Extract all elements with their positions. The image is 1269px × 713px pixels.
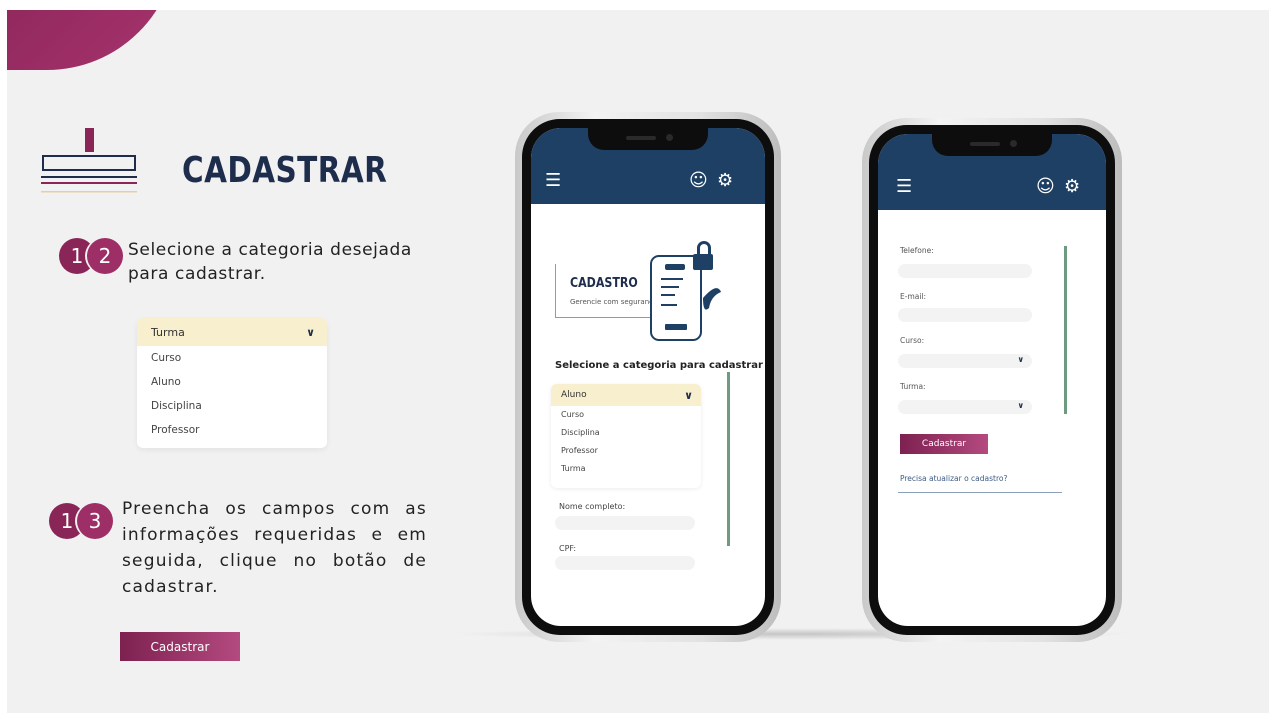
chevron-down-icon: ∨ xyxy=(1017,401,1025,410)
settings-icon[interactable]: ⚙ xyxy=(1064,176,1080,197)
step-badge-12: 1 2 xyxy=(59,238,123,274)
lock-icon xyxy=(693,254,713,270)
field-label: Turma: xyxy=(900,382,926,391)
menu-icon[interactable]: ☰ xyxy=(896,176,912,197)
corner-decoration xyxy=(7,10,177,70)
dropdown-selected[interactable]: Turma ∨ xyxy=(137,318,327,346)
dropdown-selected[interactable]: Aluno ∨ xyxy=(551,384,701,406)
dropdown-option[interactable]: Disciplina xyxy=(551,424,701,442)
phone-input[interactable] xyxy=(898,264,1032,278)
dropdown-option[interactable]: Curso xyxy=(137,346,327,370)
user-icon[interactable]: ☺ xyxy=(1036,176,1055,197)
phone1-category-dropdown[interactable]: Aluno ∨ Curso Disciplina Professor Turma xyxy=(551,384,701,488)
dropdown-option[interactable]: Professor xyxy=(137,418,327,442)
chevron-down-icon[interactable]: ∨ xyxy=(306,326,315,339)
phone-notch xyxy=(588,128,708,150)
link-underline xyxy=(898,492,1062,493)
update-registration-link[interactable]: Precisa atualizar o cadastro? xyxy=(900,474,1007,483)
page-title: CADASTRAR xyxy=(182,150,388,191)
phone-form-screen: ☰ ☺ ⚙ Telefone: E-mail: Curso: ∨ Turma: xyxy=(862,118,1122,642)
dropdown-option[interactable]: Curso xyxy=(551,406,701,424)
class-select[interactable]: ∨ xyxy=(898,400,1032,414)
accent-bar xyxy=(1064,246,1067,414)
cadastrar-button[interactable]: Cadastrar xyxy=(120,632,240,661)
dropdown-option[interactable]: Turma xyxy=(551,460,701,478)
settings-icon[interactable]: ⚙ xyxy=(717,170,733,191)
user-icon[interactable]: ☺ xyxy=(689,170,708,191)
step-13-text: Preencha os campos com as informações re… xyxy=(122,499,427,597)
card-title: CADASTRO xyxy=(570,276,638,291)
menu-icon[interactable]: ☰ xyxy=(545,170,561,191)
email-input[interactable] xyxy=(898,308,1032,322)
phone-notch xyxy=(932,134,1052,156)
dropdown-option[interactable]: Disciplina xyxy=(137,394,327,418)
dropdown-option[interactable]: Professor xyxy=(551,442,701,460)
phone-lock-illustration xyxy=(650,241,721,341)
step-12-text: Selecione a categoria desejada para cada… xyxy=(128,240,412,284)
field-label: Telefone: xyxy=(900,246,934,255)
dropdown-selected-label: Aluno xyxy=(561,390,587,400)
phone-screen: ☰ ☺ ⚙ Telefone: E-mail: Curso: ∨ Turma: xyxy=(878,134,1106,626)
phone-category-screen: ☰ ☺ ⚙ CADASTRO Gerencie com segurança Se… xyxy=(515,112,781,642)
dropdown-option[interactable]: Aluno xyxy=(137,370,327,394)
dropdown-selected-label: Turma xyxy=(151,325,185,339)
field-label: Curso: xyxy=(900,336,925,345)
cadastrar-button[interactable]: Cadastrar xyxy=(900,434,988,454)
step-badge-13: 1 3 xyxy=(49,503,113,539)
full-name-input[interactable] xyxy=(555,516,695,530)
select-category-label: Selecione a categoria para cadastrar xyxy=(555,360,763,371)
phone-screen: ☰ ☺ ⚙ CADASTRO Gerencie com segurança Se… xyxy=(531,128,765,626)
cpf-input[interactable] xyxy=(555,556,695,570)
slide: CADASTRAR 1 2 Selecione a categoria dese… xyxy=(7,10,1269,713)
step-digit: 2 xyxy=(87,238,123,274)
step-digit: 3 xyxy=(77,503,113,539)
chevron-down-icon: ∨ xyxy=(1017,355,1025,364)
cadastrar-logo-icon xyxy=(41,128,137,193)
field-label: CPF: xyxy=(559,544,577,553)
accent-bar xyxy=(727,372,730,546)
course-select[interactable]: ∨ xyxy=(898,354,1032,368)
field-label: Nome completo: xyxy=(559,502,626,511)
field-label: E-mail: xyxy=(900,292,927,301)
chevron-down-icon[interactable]: ∨ xyxy=(684,389,693,402)
category-dropdown[interactable]: Turma ∨ Curso Aluno Disciplina Professor xyxy=(137,318,327,448)
